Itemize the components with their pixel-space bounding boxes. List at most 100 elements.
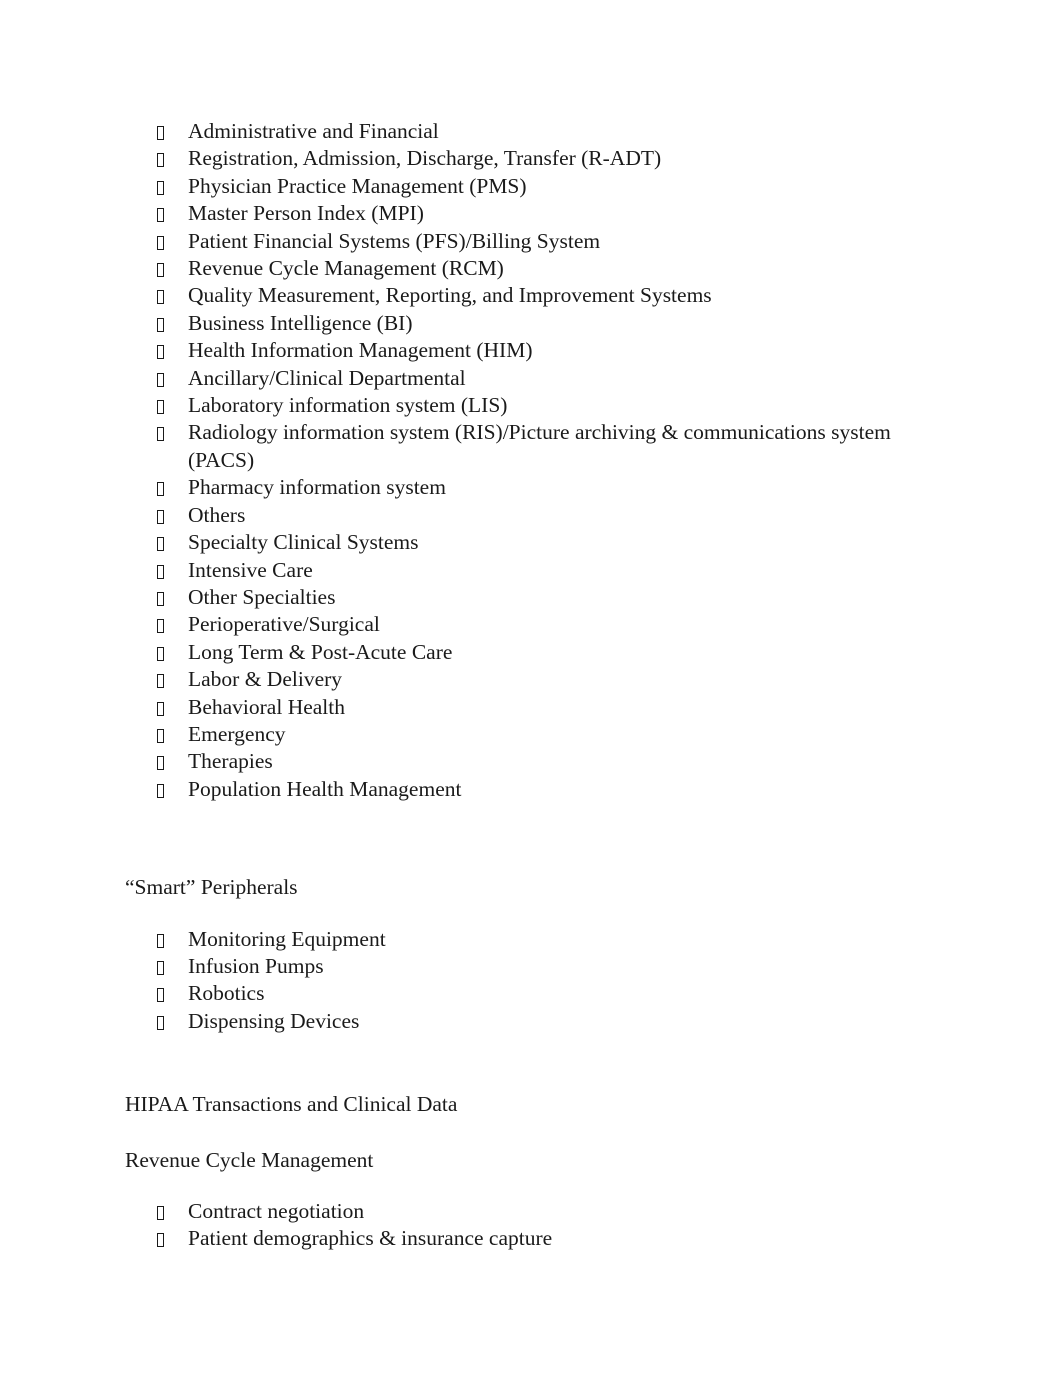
missing-glyph-box-icon — [157, 474, 171, 501]
list-item-label: Population Health Management — [188, 776, 462, 801]
list-item-label: Monitoring Equipment — [188, 926, 386, 951]
list-item: Other Specialties — [125, 584, 945, 611]
list-item-label: Perioperative/Surgical — [188, 612, 380, 637]
missing-glyph-box-icon — [157, 310, 171, 337]
missing-glyph-box-icon — [157, 200, 171, 227]
list-item-label: Infusion Pumps — [188, 953, 324, 978]
list-item: Laboratory information system (LIS) — [125, 392, 945, 419]
list-item-label: Others — [188, 502, 246, 527]
missing-glyph-box-icon — [157, 145, 171, 172]
list-item: Registration, Admission, Discharge, Tran… — [125, 145, 945, 172]
list-item: Master Person Index (MPI) — [125, 200, 945, 227]
missing-glyph-box-icon — [157, 666, 171, 693]
missing-glyph-box-icon — [157, 557, 171, 584]
list-item: Dispensing Devices — [125, 1008, 945, 1035]
list-item-label: Long Term & Post-Acute Care — [188, 639, 453, 664]
list-item-label: Administrative and Financial — [188, 119, 439, 143]
missing-glyph-box-icon — [157, 419, 171, 446]
list-item-label: Specialty Clinical Systems — [188, 530, 419, 555]
missing-glyph-box-icon — [157, 748, 171, 775]
list-item-label: Revenue Cycle Management (RCM) — [188, 256, 504, 281]
list-item-label: Other Specialties — [188, 584, 336, 609]
list-item-label: Registration, Admission, Discharge, Tran… — [188, 146, 662, 171]
list-item: Monitoring Equipment — [125, 926, 945, 953]
list-item: Radiology information system (RIS)/Pictu… — [125, 419, 945, 474]
list-item-label: Laboratory information system (LIS) — [188, 393, 508, 418]
list-item-label: Therapies — [188, 749, 273, 774]
missing-glyph-box-icon — [157, 694, 171, 721]
list-item: Physician Practice Management (PMS) — [125, 173, 945, 200]
missing-glyph-box-icon — [157, 776, 171, 803]
list-item: Contract negotiation — [125, 1198, 945, 1225]
list-item: Patient demographics & insurance capture — [125, 1225, 945, 1252]
missing-glyph-box-icon — [157, 502, 171, 529]
list-item: Behavioral Health — [125, 694, 945, 721]
missing-glyph-box-icon — [157, 953, 171, 980]
document-page: Administrative and Financial Registratio… — [0, 0, 1062, 1376]
list-item: Long Term & Post-Acute Care — [125, 639, 945, 666]
list-item-label: Dispensing Devices — [188, 1008, 360, 1033]
missing-glyph-box-icon — [157, 255, 171, 282]
missing-glyph-box-icon — [157, 173, 171, 200]
missing-glyph-box-icon — [157, 980, 171, 1007]
list-item-label: Master Person Index (MPI) — [188, 201, 424, 226]
document-body: Administrative and Financial Registratio… — [125, 118, 945, 1253]
missing-glyph-box-icon — [157, 337, 171, 364]
list-item: Emergency — [125, 721, 945, 748]
missing-glyph-box-icon — [157, 529, 171, 556]
list-item: Intensive Care — [125, 557, 945, 584]
smart-peripherals-list: Monitoring Equipment Infusion Pumps Robo… — [125, 926, 945, 1036]
list-item: Perioperative/Surgical — [125, 611, 945, 638]
missing-glyph-box-icon — [157, 282, 171, 309]
list-item-label: Quality Measurement, Reporting, and Impr… — [188, 283, 712, 308]
list-item: Robotics — [125, 980, 945, 1007]
list-item-label: Robotics — [188, 981, 265, 1006]
list-item: Revenue Cycle Management (RCM) — [125, 255, 945, 282]
missing-glyph-box-icon — [157, 228, 171, 255]
list-item-label: Patient demographics & insurance capture — [188, 1226, 553, 1251]
list-item-label: Physician Practice Management (PMS) — [188, 173, 527, 198]
missing-glyph-box-icon — [157, 639, 171, 666]
missing-glyph-box-icon — [157, 1008, 171, 1035]
list-item: Therapies — [125, 748, 945, 775]
list-item: Pharmacy information system — [125, 474, 945, 501]
missing-glyph-box-icon — [157, 611, 171, 638]
list-item-label: Intensive Care — [188, 557, 313, 582]
missing-glyph-box-icon — [157, 1225, 171, 1252]
list-item-label: Labor & Delivery — [188, 667, 343, 692]
list-item: Health Information Management (HIM) — [125, 337, 945, 364]
list-item-label: Ancillary/Clinical Departmental — [188, 365, 466, 390]
list-item-label: Patient Financial Systems (PFS)/Billing … — [188, 228, 601, 253]
revenue-cycle-list: Contract negotiation Patient demographic… — [125, 1198, 945, 1253]
list-item: Business Intelligence (BI) — [125, 310, 945, 337]
missing-glyph-box-icon — [157, 392, 171, 419]
list-item-label: Behavioral Health — [188, 694, 346, 719]
list-item: Administrative and Financial — [125, 118, 945, 145]
list-item-label: Health Information Management (HIM) — [188, 338, 533, 363]
heading-revenue-cycle-management: Revenue Cycle Management — [125, 1147, 374, 1172]
heading-smart-peripherals: “Smart” Peripherals — [125, 875, 298, 900]
list-item-label: Pharmacy information system — [188, 475, 446, 500]
list-item: Quality Measurement, Reporting, and Impr… — [125, 282, 945, 309]
list-item: Ancillary/Clinical Departmental — [125, 365, 945, 392]
missing-glyph-box-icon — [157, 721, 171, 748]
list-item-label: Emergency — [188, 721, 286, 746]
list-item-label: Radiology information system (RIS)/Pictu… — [188, 420, 891, 472]
list-item: Population Health Management — [125, 776, 945, 803]
list-item: Specialty Clinical Systems — [125, 529, 945, 556]
missing-glyph-box-icon — [157, 926, 171, 953]
missing-glyph-box-icon — [157, 1198, 171, 1225]
missing-glyph-box-icon — [157, 584, 171, 611]
heading-hipaa-transactions: HIPAA Transactions and Clinical Data — [125, 1092, 458, 1117]
systems-list: Administrative and Financial Registratio… — [125, 118, 945, 803]
list-item-label: Business Intelligence (BI) — [188, 310, 413, 335]
list-item: Patient Financial Systems (PFS)/Billing … — [125, 228, 945, 255]
missing-glyph-box-icon — [157, 365, 171, 392]
list-item: Others — [125, 502, 945, 529]
list-item-label: Contract negotiation — [188, 1199, 365, 1223]
